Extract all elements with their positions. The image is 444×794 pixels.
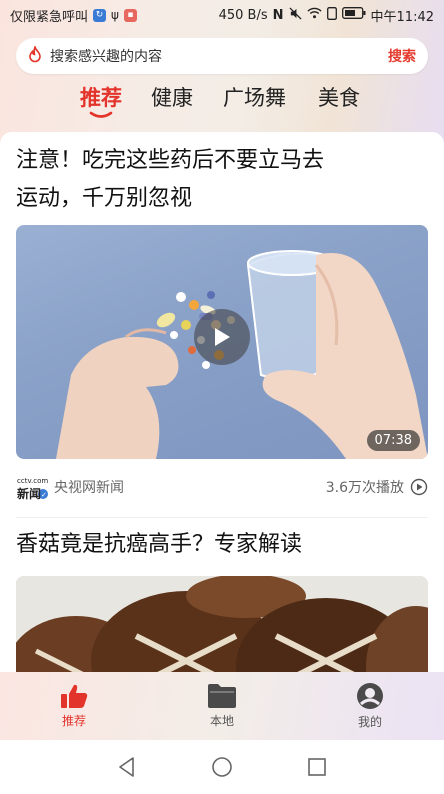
category-tabs: 推荐 健康 广场舞 美食: [0, 82, 444, 122]
card-title[interactable]: 注意！吃完这些药后不要立马去 运动，千万别忽视: [16, 142, 428, 218]
sim-icon: [326, 6, 337, 24]
carrier-text: 仅限紧急呼叫: [10, 9, 89, 25]
divider: [16, 517, 428, 518]
user-icon: [357, 683, 383, 709]
recents-icon[interactable]: [307, 757, 327, 777]
mushroom-thumbnail[interactable]: [16, 576, 428, 672]
folder-icon: [208, 684, 236, 708]
system-navigation-bar: [0, 740, 444, 794]
nfc-icon: N: [272, 7, 284, 23]
sync-icon: ↻: [93, 8, 107, 22]
flame-icon: [28, 43, 42, 67]
play-count: 3.6万次播放: [326, 477, 428, 497]
video-thumbnail[interactable]: 07:38: [16, 225, 428, 459]
active-tab-indicator: [89, 111, 113, 118]
video-duration: 07:38: [366, 430, 420, 451]
feed-list: 注意！吃完这些药后不要立马去 运动，千万别忽视 07:38 cctv.com ✓…: [0, 132, 444, 672]
status-bar-left: 仅限紧急呼叫 ↻ ψ ▪: [10, 6, 137, 25]
status-bar: 仅限紧急呼叫 ↻ ψ ▪ 450 B/s N 中午11:42: [0, 0, 444, 30]
mute-icon: [289, 6, 302, 24]
home-icon[interactable]: [211, 756, 233, 778]
card-meta: cctv.com ✓ 新闻 央视网新闻 3.6万次播放: [16, 472, 428, 502]
status-bar-right: 450 B/s N 中午11:42: [219, 6, 434, 25]
app-notification-icon: ▪: [123, 8, 137, 22]
tab-recommend[interactable]: 推荐: [80, 82, 122, 112]
usb-icon: ψ: [111, 8, 119, 22]
cctv-news-logo: cctv.com ✓ 新闻: [17, 477, 48, 501]
svg-text:cctv.com: cctv.com: [17, 477, 48, 485]
clock: 中午11:42: [370, 9, 434, 25]
nav-local[interactable]: 本地: [148, 672, 296, 740]
wifi-icon: [306, 7, 322, 23]
bottom-navigation: 推荐 本地 我的: [0, 672, 444, 740]
tab-health[interactable]: 健康: [151, 82, 193, 112]
back-icon[interactable]: [117, 756, 137, 778]
tab-food[interactable]: 美食: [318, 82, 360, 112]
source-name: 央视网新闻: [54, 480, 124, 496]
play-icon: [215, 328, 230, 346]
search-button[interactable]: 搜索: [388, 46, 416, 66]
nav-recommend[interactable]: 推荐: [0, 672, 148, 740]
card-title[interactable]: 香菇竟是抗癌高手？专家解读: [16, 526, 428, 564]
play-circle-icon: [410, 478, 428, 496]
nav-mine[interactable]: 我的: [296, 672, 444, 740]
source-info[interactable]: cctv.com ✓ 新闻 央视网新闻: [16, 474, 124, 501]
battery-icon: [341, 7, 366, 23]
mushroom-illustration: [16, 576, 428, 672]
network-speed: 450 B/s: [218, 7, 268, 23]
play-button[interactable]: [194, 309, 250, 365]
svg-text:✓: ✓: [41, 491, 47, 499]
thumbs-up-icon: [61, 684, 88, 708]
search-input[interactable]: 搜索感兴趣的内容: [50, 46, 388, 66]
search-bar[interactable]: 搜索感兴趣的内容 搜索: [16, 38, 428, 74]
tab-square-dance[interactable]: 广场舞: [223, 82, 286, 112]
